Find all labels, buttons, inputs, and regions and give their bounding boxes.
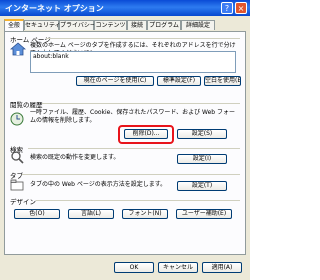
fonts-button[interactable]: フォント(N) — [122, 209, 168, 219]
search-description: 検索の既定の動作を変更します。 — [30, 154, 120, 161]
tab-advanced[interactable]: 詳細設定 — [181, 20, 215, 30]
divider — [42, 103, 240, 104]
search-settings-button[interactable]: 設定(I) — [177, 154, 227, 164]
history-settings-button[interactable]: 設定(S) — [177, 129, 227, 139]
use-current-button[interactable]: 現在のページを使用(C) — [76, 76, 154, 86]
history-clock-icon — [10, 112, 24, 126]
search-icon — [11, 151, 24, 164]
tab-general[interactable]: 全般 — [4, 19, 24, 31]
use-blank-button[interactable]: 空白を使用(B) — [204, 76, 241, 86]
colors-button[interactable]: 色(O) — [14, 209, 60, 219]
apply-button[interactable]: 適用(A) — [202, 262, 242, 273]
tab-programs[interactable]: プログラム — [147, 20, 181, 30]
browsing-history-group-label: 閲覧の履歴 — [10, 101, 43, 109]
tabs-icon — [10, 179, 24, 191]
divider — [46, 38, 240, 39]
title-bar[interactable]: インターネット オプション ? × — [0, 0, 250, 16]
appearance-group-label: デザイン — [10, 198, 36, 206]
browsing-history-description: 一時ファイル、履歴、Cookie、保存されたパスワード、および Web フォーム… — [30, 109, 236, 124]
divider — [22, 174, 240, 175]
highlight-annotation — [118, 125, 174, 144]
tab-content[interactable]: コンテンツ — [94, 20, 127, 30]
accessibility-button[interactable]: ユーザー補助(E) — [176, 209, 232, 219]
cancel-button[interactable]: キャンセル — [158, 262, 198, 273]
ok-button[interactable]: OK — [114, 262, 154, 273]
tab-security[interactable]: セキュリティ — [24, 20, 61, 30]
home-page-address-input[interactable]: about:blank — [30, 51, 236, 73]
close-button[interactable]: × — [235, 2, 247, 14]
window-title: インターネット オプション — [5, 4, 104, 13]
languages-button[interactable]: 言語(L) — [68, 209, 114, 219]
tabs-description: タブの中の Web ページの表示方法を設定します。 — [30, 181, 167, 188]
home-icon — [10, 42, 26, 56]
tab-connections[interactable]: 接続 — [127, 20, 147, 30]
internet-options-dialog: インターネット オプション ? × 全般 セキュリティ プライバシー コンテンツ… — [0, 0, 250, 280]
divider — [36, 200, 240, 201]
home-page-address-value: about:blank — [33, 53, 69, 60]
help-button[interactable]: ? — [221, 2, 233, 14]
tab-privacy[interactable]: プライバシー — [59, 20, 96, 30]
tabs-settings-button[interactable]: 設定(T) — [177, 181, 227, 191]
use-default-button[interactable]: 標準設定(F) — [157, 76, 201, 86]
divider — [28, 148, 240, 149]
